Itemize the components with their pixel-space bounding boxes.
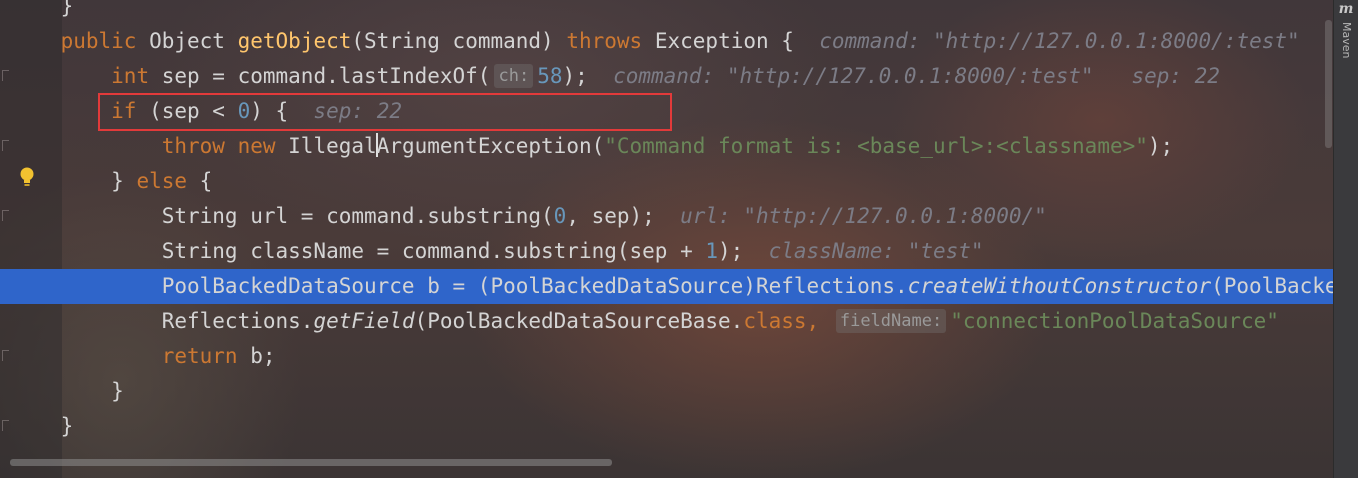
line-return[interactable]: return b; <box>0 339 1334 374</box>
code-text: } <box>10 374 124 409</box>
code-token: 0 <box>553 204 567 228</box>
code-text: Reflections.getField(PoolBackedDataSourc… <box>10 304 1279 339</box>
code-token: throw <box>161 134 238 158</box>
parameter-name-hint: fieldName: <box>835 309 947 333</box>
maven-tool-window-button[interactable]: Maven <box>1340 22 1353 58</box>
line-getfield[interactable]: Reflections.getField(PoolBackedDataSourc… <box>0 304 1334 339</box>
code-token: 58 <box>537 64 563 88</box>
line-url[interactable]: String url = command.substring(0, sep); … <box>0 199 1334 234</box>
line-classname[interactable]: String className = command.substring(sep… <box>0 234 1334 269</box>
code-token: Exception { <box>654 29 794 53</box>
code-text: return b; <box>10 339 276 374</box>
code-token: , <box>806 309 832 333</box>
code-token: String className = command.substring(sep… <box>161 239 706 263</box>
code-token: ); <box>718 239 744 263</box>
code-token: sep = command.lastIndexOf( <box>161 64 491 88</box>
code-token: } <box>60 0 74 18</box>
right-tool-window-bar: m Maven <box>1333 0 1358 478</box>
parameter-name-hint: ch: <box>494 64 534 88</box>
code-token: Object <box>149 29 238 53</box>
code-text: } <box>10 0 74 24</box>
code-token: ); <box>562 64 588 88</box>
code-token: else <box>136 169 200 193</box>
code-token: class <box>743 309 807 333</box>
line-else[interactable]: } else { <box>0 164 1334 199</box>
code-text: String className = command.substring(sep… <box>10 234 984 269</box>
horizontal-scrollbar[interactable] <box>10 459 612 466</box>
code-token: throws <box>566 29 655 53</box>
code-token: } <box>111 169 137 193</box>
code-token: (String command) <box>351 29 567 53</box>
code-text: } <box>10 409 74 444</box>
code-token: (PoolBackedDataSource.class); <box>1211 274 1334 298</box>
code-token: ); <box>1147 134 1174 158</box>
code-token: int <box>111 64 162 88</box>
code-token: Illegal <box>288 134 377 158</box>
code-text: String url = command.substring(0, sep); … <box>10 199 1047 234</box>
code-text: throw new IllegalArgumentException("Comm… <box>10 129 1173 164</box>
code-token: Reflections. <box>161 309 314 333</box>
line-int-sep[interactable]: int sep = command.lastIndexOf(ch: 58); co… <box>0 59 1334 94</box>
code-token: "Command format is: <base_url>:<classnam… <box>604 134 1148 158</box>
code-token: b; <box>250 344 276 368</box>
code-token: createWithoutConstructor <box>907 274 1212 298</box>
line-method-signature[interactable]: public Object getObject(String command) … <box>0 24 1334 59</box>
code-text: int sep = command.lastIndexOf(ch: 58); co… <box>10 59 1220 94</box>
debug-inline-value: command: "http://127.0.0.1:8000/:test" s… <box>613 64 1220 88</box>
code-token: public <box>60 29 150 53</box>
line-close-else[interactable]: } <box>0 374 1334 409</box>
code-token: "connectionPoolDataSource" <box>950 309 1279 333</box>
code-token: (PoolBackedDataSourceBase. <box>414 309 744 333</box>
debug-inline-value: command: "http://127.0.0.1:8000/:test" <box>819 29 1300 53</box>
code-token: getField <box>313 309 415 333</box>
code-token: new <box>237 134 289 158</box>
debug-inline-value: className: "test" <box>768 239 984 263</box>
line-close-method[interactable]: } <box>0 409 1334 444</box>
code-token: String url = command.substring( <box>161 204 554 228</box>
line-closing-prev[interactable]: } <box>0 0 1334 24</box>
code-text: } else { <box>10 164 212 199</box>
code-text: public Object getObject(String command) … <box>10 24 1300 59</box>
code-token: getObject <box>237 29 352 53</box>
code-token: } <box>111 379 124 403</box>
line-pool-backed[interactable]: PoolBackedDataSource b = (PoolBackedData… <box>0 269 1334 304</box>
code-token: } <box>60 414 74 438</box>
debug-inline-value: url: "http://127.0.0.1:8000/" <box>680 204 1047 228</box>
maven-icon[interactable]: m <box>1338 1 1354 17</box>
code-editor[interactable]: } public Object getObject(String command… <box>0 0 1334 478</box>
code-token: return <box>161 344 251 368</box>
line-throw[interactable]: throw new IllegalArgumentException("Comm… <box>0 129 1334 164</box>
vertical-scrollbar[interactable] <box>1325 20 1332 148</box>
code-token: ArgumentException( <box>376 134 605 158</box>
code-text: PoolBackedDataSource b = (PoolBackedData… <box>10 269 1334 304</box>
annotation-highlight-box <box>98 93 672 131</box>
code-token: { <box>199 169 213 193</box>
code-token: , sep); <box>566 204 655 228</box>
code-token: PoolBackedDataSource b = (PoolBackedData… <box>161 274 908 298</box>
code-token: 1 <box>705 239 719 263</box>
